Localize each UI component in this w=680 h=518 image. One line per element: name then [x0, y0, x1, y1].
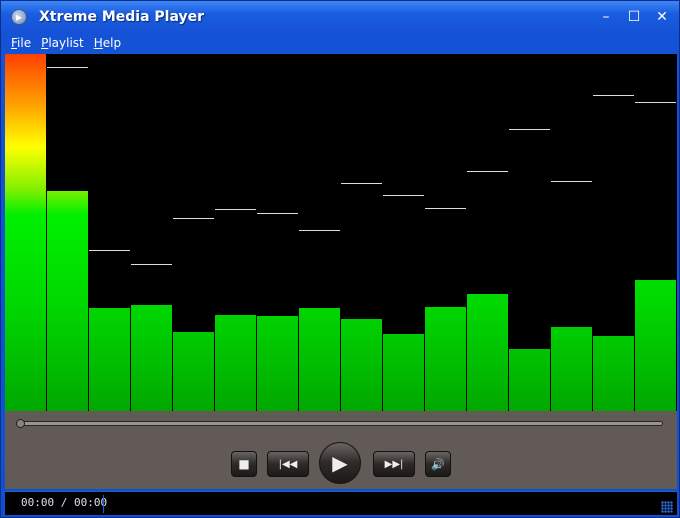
spectrum-bar [89, 308, 130, 411]
spectrum-peak [341, 183, 382, 184]
spectrum-bar [383, 334, 424, 411]
spectrum-peak [131, 264, 172, 265]
volume-button[interactable]: 🔊 [425, 451, 451, 477]
play-icon: ▶ [332, 451, 348, 475]
spectrum-peak [635, 102, 676, 103]
stop-button[interactable]: ■ [231, 451, 257, 477]
spectrum-peak [593, 95, 634, 96]
spectrum-peak [89, 250, 130, 251]
spectrum-bar [47, 191, 88, 411]
seek-bar[interactable] [16, 419, 663, 428]
spectrum-bar [635, 280, 676, 411]
spectrum-bar [299, 308, 340, 411]
time-display: 00:00 / 00:00 [21, 496, 108, 509]
spectrum-peak [173, 218, 214, 219]
spectrum-bar [131, 305, 172, 411]
spectrum-bar [509, 349, 550, 411]
media-player-window: ▶ Xtreme Media Player – ☐ ✕ File Playlis… [0, 0, 680, 518]
spectrum-bar [257, 316, 298, 411]
seek-knob[interactable] [16, 419, 25, 428]
spectrum-bar [551, 327, 592, 411]
title-bar[interactable]: ▶ Xtreme Media Player – ☐ ✕ [1, 1, 679, 33]
menu-bar: File Playlist Help [1, 33, 121, 53]
status-separator [103, 495, 104, 513]
spectrum-bar [173, 332, 214, 411]
resize-grip[interactable] [661, 501, 673, 513]
spectrum-peak [299, 230, 340, 231]
menu-help[interactable]: Help [94, 36, 121, 50]
spectrum-peak [215, 209, 256, 210]
window-title: Xtreme Media Player [39, 9, 205, 25]
menu-file[interactable]: File [11, 36, 31, 50]
spectrum-peak [383, 195, 424, 196]
volume-icon: 🔊 [431, 457, 445, 471]
spectrum-visualizer [5, 54, 677, 411]
spectrum-peak [425, 208, 466, 209]
spectrum-peak [551, 181, 592, 182]
app-icon: ▶ [11, 9, 27, 25]
controls-panel: ■ |◀◀ ▶ ▶▶| 🔊 [5, 411, 677, 489]
spectrum-peak [467, 171, 508, 172]
minimize-button[interactable]: – [597, 8, 615, 26]
menu-playlist[interactable]: Playlist [41, 36, 84, 50]
spectrum-bar [467, 294, 508, 411]
previous-icon: |◀◀ [278, 458, 298, 470]
previous-button[interactable]: |◀◀ [267, 451, 309, 477]
spectrum-bar [341, 319, 382, 411]
spectrum-bar [425, 307, 466, 411]
spectrum-bar [5, 54, 46, 411]
play-button[interactable]: ▶ [319, 442, 361, 484]
spectrum-peak [509, 129, 550, 130]
maximize-button[interactable]: ☐ [625, 8, 643, 26]
status-bar: 00:00 / 00:00 [5, 491, 677, 515]
next-icon: ▶▶| [384, 458, 404, 470]
stop-icon: ■ [238, 457, 250, 471]
next-button[interactable]: ▶▶| [373, 451, 415, 477]
spectrum-bar [215, 315, 256, 411]
spectrum-bar [593, 336, 634, 411]
spectrum-peak [257, 213, 298, 214]
spectrum-peak [47, 67, 88, 68]
close-button[interactable]: ✕ [653, 8, 671, 26]
